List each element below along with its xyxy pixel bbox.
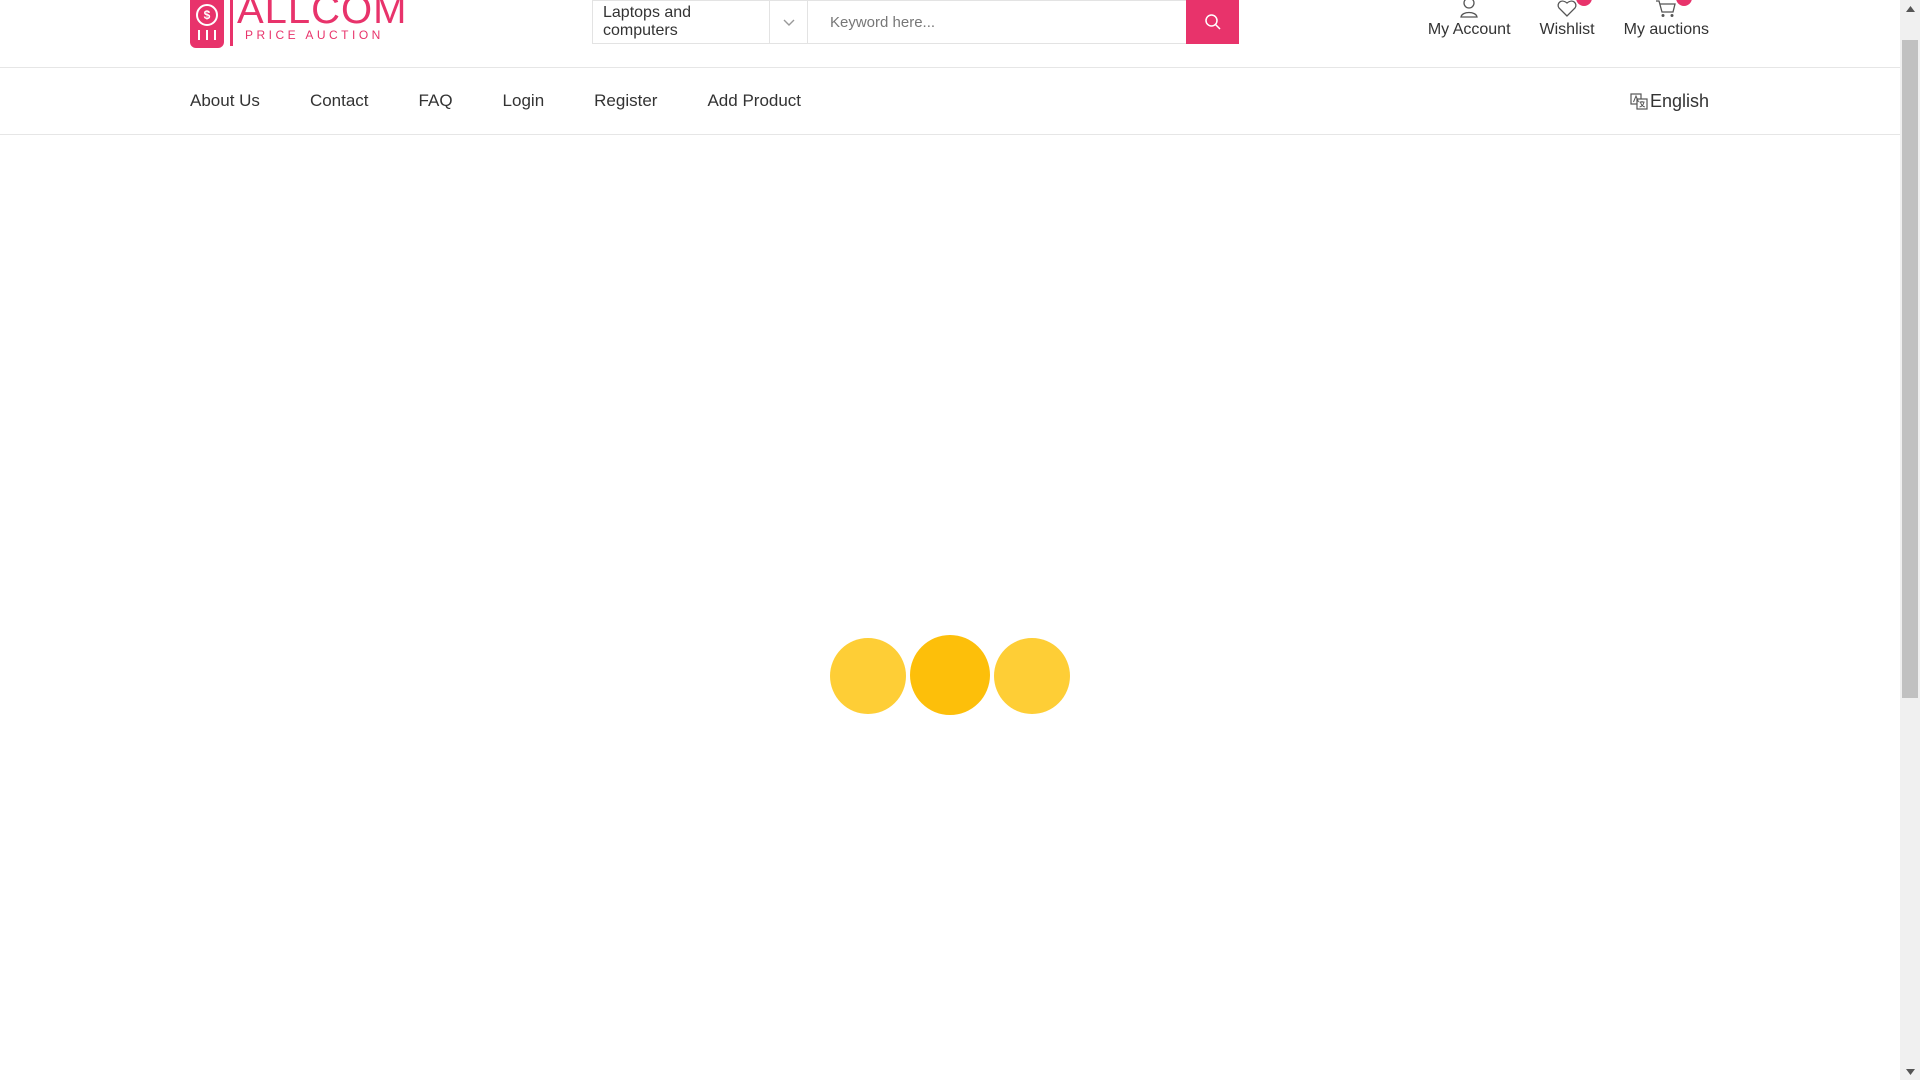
auctions-badge [1676, 0, 1693, 6]
scrollbar-thumb[interactable] [1902, 40, 1918, 698]
main-nav: About Us Contact FAQ Login Register Add … [0, 68, 1900, 135]
loader-dot [910, 635, 990, 715]
nav-register[interactable]: Register [594, 91, 657, 111]
my-account-label: My Account [1427, 21, 1511, 38]
my-auctions-link[interactable]: My auctions [1624, 0, 1709, 39]
category-select[interactable]: Laptops and computers [593, 1, 808, 43]
wishlist-label: Wishlist [1539, 21, 1595, 38]
nav-login[interactable]: Login [503, 91, 545, 111]
logo-tagline: PRICE AUCTION [245, 28, 384, 42]
cart-icon [1654, 0, 1693, 18]
keyword-input[interactable] [808, 1, 1186, 43]
chevron-down-icon[interactable] [769, 1, 807, 43]
search-button[interactable] [1186, 0, 1239, 44]
heart-icon [1556, 0, 1593, 18]
my-account-link[interactable]: My Account [1428, 0, 1511, 39]
nav-add-product[interactable]: Add Product [707, 91, 801, 111]
scroll-down-arrow-icon[interactable] [1900, 1063, 1920, 1080]
nav-items: About Us Contact FAQ Login Register Add … [190, 68, 801, 134]
translate-icon [1630, 93, 1648, 110]
header-links: My Account Wishlist My auctions [1428, 0, 1709, 39]
my-auctions-label: My auctions [1623, 21, 1709, 38]
page-scrollbar[interactable] [1900, 0, 1920, 1080]
wishlist-link[interactable]: Wishlist [1540, 0, 1595, 39]
site-logo[interactable]: $ ALLCOM PRICE AUCTION [190, 0, 408, 50]
loader-dot [830, 638, 906, 714]
loading-indicator [830, 634, 1070, 716]
scroll-up-arrow-icon[interactable] [1900, 0, 1920, 17]
user-icon [1458, 0, 1480, 18]
search-icon [1204, 14, 1221, 30]
wishlist-badge [1576, 0, 1593, 6]
page: $ ALLCOM PRICE AUCTION Laptops and compu… [0, 0, 1900, 1080]
language-switcher[interactable]: English [1630, 68, 1709, 134]
nav-contact[interactable]: Contact [310, 91, 369, 111]
top-header: $ ALLCOM PRICE AUCTION Laptops and compu… [0, 0, 1900, 68]
language-label: English [1649, 90, 1709, 111]
coin-symbol: $ [196, 4, 218, 26]
logo-price-tag-icon: $ [190, 0, 224, 48]
loader-dot [994, 638, 1070, 714]
category-value: Laptops and computers [603, 4, 692, 39]
nav-faq[interactable]: FAQ [419, 91, 453, 111]
nav-about-us[interactable]: About Us [190, 91, 260, 111]
search-bar: Laptops and computers [592, 0, 1239, 44]
